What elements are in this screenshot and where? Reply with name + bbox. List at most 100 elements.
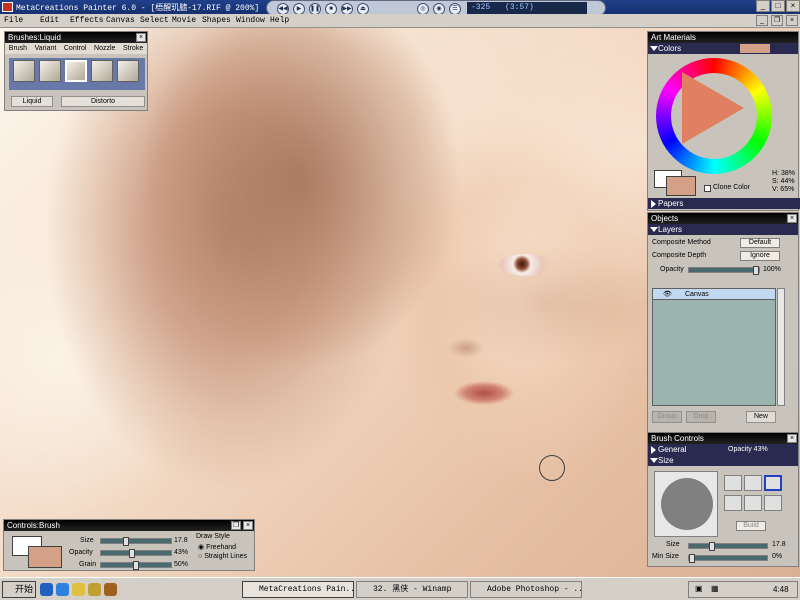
menu-shapes[interactable]: Shapes — [202, 16, 231, 25]
min-size-slider-knob[interactable] — [689, 554, 695, 563]
composite-depth-select[interactable]: Ignore — [740, 251, 780, 261]
color-preview — [740, 44, 770, 53]
layer-list[interactable]: 👁 Canvas — [652, 288, 776, 406]
min-size-slider[interactable] — [688, 554, 768, 563]
doc-close-icon[interactable]: × — [786, 15, 798, 26]
quicklaunch-folder-icon[interactable] — [72, 583, 85, 596]
colors-section[interactable]: Colors — [648, 43, 798, 54]
tab-brush[interactable]: Brush — [9, 43, 27, 54]
menu-effects[interactable]: Effects — [70, 16, 104, 25]
doc-restore-icon[interactable]: ❐ — [771, 15, 783, 26]
profile-3-icon[interactable] — [764, 475, 782, 491]
minimize-icon[interactable]: _ — [756, 0, 770, 12]
quicklaunch-app-icon[interactable] — [88, 583, 101, 596]
controls-size-label: Size — [80, 537, 94, 544]
brush-name[interactable]: Liquid — [11, 96, 53, 107]
straight-lines-radio[interactable]: ○ Straight Lines — [198, 553, 247, 560]
painting-lips — [448, 378, 520, 408]
controls-size-knob[interactable] — [123, 537, 129, 546]
menu-window[interactable]: Window — [236, 16, 265, 25]
start-button[interactable]: 开始 — [2, 581, 36, 598]
papers-section[interactable]: Papers — [648, 198, 800, 209]
main-color-swatch[interactable] — [666, 176, 696, 196]
drop-button[interactable]: Drop — [686, 411, 716, 423]
close-icon[interactable]: × — [786, 0, 800, 12]
tab-nozzle[interactable]: Nozzle — [94, 43, 115, 54]
brushes-palette: Brushes:Liquid × Brush Variant Control No… — [4, 31, 148, 111]
maximize-icon[interactable]: □ — [771, 0, 785, 12]
brush-icon[interactable] — [39, 60, 61, 82]
taskbar: 开始 MetaCreations Pain... 32. 黑侠 - Winamp… — [0, 577, 800, 600]
menu-file[interactable]: File — [4, 16, 23, 25]
profile-5-icon[interactable] — [744, 495, 762, 511]
objects-title: Objects × — [648, 213, 798, 224]
controls-grain-knob[interactable] — [133, 561, 139, 570]
brush-controls-close-icon[interactable]: × — [787, 434, 797, 443]
menu-edit[interactable]: Edit — [40, 16, 59, 25]
controls-size-slider[interactable] — [100, 537, 172, 546]
controls-main-swatch[interactable] — [28, 546, 62, 568]
menu-canvas[interactable]: Canvas — [106, 16, 135, 25]
composite-method-label: Composite Method — [652, 239, 711, 246]
task-winamp[interactable]: 32. 黑侠 - Winamp — [356, 581, 468, 598]
profile-2-icon[interactable] — [744, 475, 762, 491]
menu-select[interactable]: Select — [140, 16, 169, 25]
new-layer-button[interactable]: New — [746, 411, 776, 423]
freehand-radio[interactable]: ◉ Freehand — [198, 543, 236, 551]
doc-minimize-icon[interactable]: _ — [756, 15, 768, 26]
menu-help[interactable]: Help — [270, 16, 289, 25]
window-title: MetaCreations Painter 6.0 - [梧醒玑膸-17.RIF… — [16, 4, 260, 13]
profile-4-icon[interactable] — [724, 495, 742, 511]
controls-grain-slider[interactable] — [100, 561, 172, 570]
clone-color-checkbox[interactable] — [704, 185, 711, 192]
size-slider-knob[interactable] — [709, 542, 715, 551]
controls-opacity-slider[interactable] — [100, 549, 172, 558]
composite-method-select[interactable]: Default — [740, 238, 780, 248]
profile-6-icon[interactable] — [764, 495, 782, 511]
layer-scrollbar[interactable] — [777, 288, 785, 406]
color-triangle[interactable] — [682, 72, 744, 144]
objects-close-icon[interactable]: × — [787, 214, 797, 223]
liquid-brush-icon[interactable] — [65, 60, 87, 82]
brushes-tabs: Brush Variant Control Nozzle Stroke — [5, 43, 147, 54]
menu-bar: File Edit Effects Canvas Select Movie Sh… — [0, 14, 800, 28]
water-brush-icon[interactable] — [91, 60, 113, 82]
controls-grain-label: Grain — [79, 561, 97, 568]
tray-network-icon[interactable]: ▦ — [711, 584, 719, 593]
brushes-close-icon[interactable]: × — [136, 33, 146, 42]
pencil-brush-icon[interactable] — [13, 60, 35, 82]
objects-palette: Objects × Layers Composite Method Default… — [647, 212, 799, 434]
size-section[interactable]: Size — [648, 455, 798, 466]
controls-title: Controls:Brush ❐ × — [4, 520, 254, 531]
eye-icon[interactable]: 👁 — [663, 289, 672, 300]
airbrush-icon[interactable] — [117, 60, 139, 82]
layers-section[interactable]: Layers — [648, 224, 798, 235]
layer-opacity-knob[interactable] — [753, 266, 759, 275]
controls-close-icon[interactable]: × — [243, 521, 253, 530]
layer-opacity-label: Opacity — [660, 266, 684, 273]
variant-name[interactable]: Distorto — [61, 96, 145, 107]
painter-app-icon[interactable] — [2, 2, 13, 12]
general-section[interactable]: General Opacity 43% — [648, 444, 798, 455]
quicklaunch-browser-icon[interactable] — [56, 583, 69, 596]
layer-row-canvas[interactable]: 👁 Canvas — [653, 289, 775, 300]
brush-controls-title: Brush Controls × — [648, 433, 798, 444]
quicklaunch-tool-icon[interactable] — [104, 583, 117, 596]
menu-movie[interactable]: Movie — [172, 16, 196, 25]
tab-variant[interactable]: Variant — [35, 43, 57, 54]
painting-hair — [90, 28, 510, 458]
profile-1-icon[interactable] — [724, 475, 742, 491]
tab-control[interactable]: Control — [64, 43, 87, 54]
group-button[interactable]: Group — [652, 411, 682, 423]
task-painter[interactable]: MetaCreations Pain... — [242, 581, 354, 598]
controls-opacity-knob[interactable] — [129, 549, 135, 558]
tab-stroke[interactable]: Stroke — [123, 43, 143, 54]
min-size-label: Min Size — [652, 553, 679, 560]
build-button[interactable]: Build — [736, 521, 766, 531]
size-slider[interactable] — [688, 542, 768, 551]
layer-opacity-slider[interactable] — [688, 266, 760, 275]
quicklaunch-ie-icon[interactable] — [40, 583, 53, 596]
task-photoshop[interactable]: Adobe Photoshop - ... — [470, 581, 582, 598]
controls-restore-icon[interactable]: ❐ — [231, 521, 241, 530]
tray-icon[interactable]: ▣ — [695, 584, 703, 593]
